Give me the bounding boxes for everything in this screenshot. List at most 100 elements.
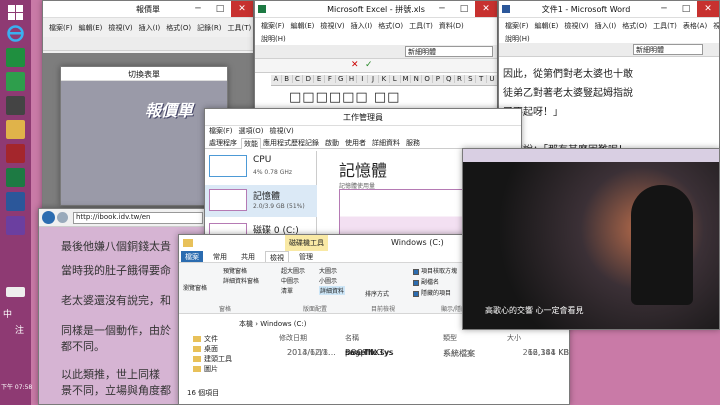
column-header-1[interactable]: 修改日期 [279, 333, 307, 343]
minimize-button[interactable]: ─ [187, 1, 209, 17]
medium-icons-button[interactable]: 中圖示 [281, 276, 299, 285]
column-header-cell[interactable]: B [282, 75, 293, 83]
breadcrumb-item[interactable]: 本機 [239, 320, 253, 328]
column-header-cell[interactable]: N [411, 75, 423, 83]
minimize-button[interactable]: ─ [431, 1, 453, 17]
nav-item[interactable]: 文件 [193, 334, 218, 344]
menu-item[interactable]: 資料(D) [439, 22, 464, 30]
tab-4[interactable]: 使用者 [343, 138, 368, 148]
cell-content[interactable]: □□□□□□ □□ [289, 90, 400, 105]
menu-item[interactable]: 編輯(E) [535, 22, 559, 30]
maximize-button[interactable]: □ [675, 1, 697, 17]
column-header-cell[interactable]: O [422, 75, 433, 83]
column-header-cell[interactable]: R [455, 75, 466, 83]
menu-item[interactable]: 格式(O) [166, 24, 191, 32]
tab-1[interactable]: 效能 [241, 138, 261, 149]
file-explorer-icon[interactable] [6, 120, 25, 139]
cancel-icon[interactable]: ✕ [351, 60, 359, 70]
menu-item[interactable]: 插入(I) [139, 24, 161, 32]
menu-item[interactable]: 格式(O) [378, 22, 403, 30]
media-app-icon[interactable] [6, 96, 25, 115]
menu-item[interactable]: 檢視(V) [564, 22, 588, 30]
column-header-cell[interactable]: U [487, 75, 497, 83]
column-header-cell[interactable]: T [476, 75, 487, 83]
font-selector[interactable]: 新細明體 [633, 44, 703, 55]
tab-0[interactable]: 處理程序 [207, 138, 239, 148]
menu-item[interactable]: 格式(O) [622, 22, 647, 30]
internet-explorer-icon[interactable] [6, 24, 25, 43]
menu-item[interactable]: 工具(T) [228, 24, 252, 32]
player-icon[interactable] [6, 216, 25, 235]
menu-item[interactable]: 檔案(F) [505, 22, 529, 30]
perf-item[interactable]: CPU 4% 0.78 GHz [205, 151, 317, 183]
column-header-cell[interactable]: S [465, 75, 477, 83]
column-header-cell[interactable]: L [390, 75, 401, 83]
menu-item[interactable]: 編輯(E) [79, 24, 103, 32]
large-icons-button[interactable]: 大圖示 [319, 266, 337, 275]
column-header-cell[interactable]: P [433, 75, 444, 83]
store-icon[interactable] [6, 48, 25, 67]
perf-item[interactable]: 記憶體 2.0/3.9 GB (51%) [205, 185, 317, 217]
details-view-button[interactable]: 詳細資料 [319, 286, 346, 295]
menu-item[interactable]: 選項(O) [239, 127, 264, 135]
nav-item[interactable]: 圖片 [193, 364, 218, 374]
column-header-2[interactable]: 類型 [443, 333, 457, 343]
column-header-cell[interactable]: D [303, 75, 315, 83]
tab-6[interactable]: 服務 [404, 138, 422, 148]
breadcrumb-item[interactable]: Windows (C:) [260, 320, 306, 328]
maximize-button[interactable]: □ [209, 1, 231, 17]
preview-pane-button[interactable]: 預覽窗格 [223, 266, 247, 275]
clock[interactable]: 下午 07:58 [1, 382, 32, 391]
nav-item[interactable]: 桌面 [193, 344, 218, 354]
menu-item[interactable]: 插入(I) [351, 22, 373, 30]
document-area[interactable]: 因此，從第們對老太婆也十敢徒弟乙對著老太婆豎起姆指說了不起呀！」太婆說：「那有甚… [499, 61, 719, 159]
checkbox-ext[interactable]: 副檔名 [413, 277, 439, 286]
details-pane-button[interactable]: 詳細資料窗格 [223, 276, 259, 285]
menu-item[interactable]: 檔案(F) [49, 24, 73, 32]
column-header-cell[interactable]: J [368, 75, 379, 83]
column-header-cell[interactable]: M [401, 75, 412, 83]
column-header-3[interactable]: 大小 [507, 333, 521, 343]
column-header-cell[interactable]: A [271, 75, 282, 83]
font-selector[interactable]: 新細明體 [405, 46, 493, 57]
small-icons-button[interactable]: 小圖示 [319, 276, 337, 285]
column-header-cell[interactable]: G [336, 75, 347, 83]
menu-item[interactable]: 表格(A) [683, 22, 707, 30]
word-taskbar-icon[interactable] [6, 192, 25, 211]
tab-2[interactable]: 應用程式歷程記錄 [261, 138, 321, 148]
back-button[interactable] [42, 211, 55, 224]
keyboard-icon[interactable] [6, 287, 25, 297]
help-menu[interactable]: 說明(H) [261, 34, 286, 44]
column-header-cell[interactable]: E [314, 75, 325, 83]
menu-item[interactable]: 編輯(E) [291, 22, 315, 30]
access-icon[interactable] [6, 144, 25, 163]
menu-item[interactable]: 檢視(V) [108, 24, 132, 32]
maximize-button[interactable]: □ [453, 1, 475, 17]
menu-item[interactable]: 工具(T) [653, 22, 677, 30]
input-mode-indicator[interactable]: 注 [15, 323, 24, 336]
column-header-cell[interactable]: Q [444, 75, 455, 83]
sort-button[interactable]: 排序方式 [365, 289, 389, 298]
enter-icon[interactable]: ✓ [365, 60, 373, 70]
formula-bar[interactable]: ✕ ✓ [255, 59, 497, 73]
tab-3[interactable]: 啟動 [323, 138, 341, 148]
extra-large-icons-button[interactable]: 超大圖示 [281, 266, 305, 275]
context-tab[interactable]: 磁碟機工具 [285, 235, 328, 251]
menu-item[interactable]: 檔案(F) [261, 22, 285, 30]
menu-item[interactable]: 檔案(F) [209, 127, 233, 135]
menu-item[interactable]: 視窗(W) [713, 22, 719, 30]
forward-button[interactable] [57, 212, 68, 223]
nav-item[interactable]: 建頭工具 [193, 354, 232, 364]
input-language-indicator[interactable]: 中 [3, 307, 12, 320]
column-header-0[interactable]: 名稱 [345, 333, 359, 343]
menu-item[interactable]: 工具(T) [409, 22, 433, 30]
menu-item[interactable]: 記錄(R) [197, 24, 221, 32]
close-button[interactable]: ✕ [231, 1, 253, 17]
menu-item[interactable]: 檢視(V) [269, 127, 293, 135]
column-header-cell[interactable]: K [379, 75, 390, 83]
excel-taskbar-icon[interactable] [6, 168, 25, 187]
close-button[interactable]: ✕ [697, 1, 719, 17]
nav-pane-button[interactable]: 瀏覽窗格 [183, 283, 207, 292]
close-button[interactable]: ✕ [475, 1, 497, 17]
windows-store-icon[interactable] [6, 72, 25, 91]
